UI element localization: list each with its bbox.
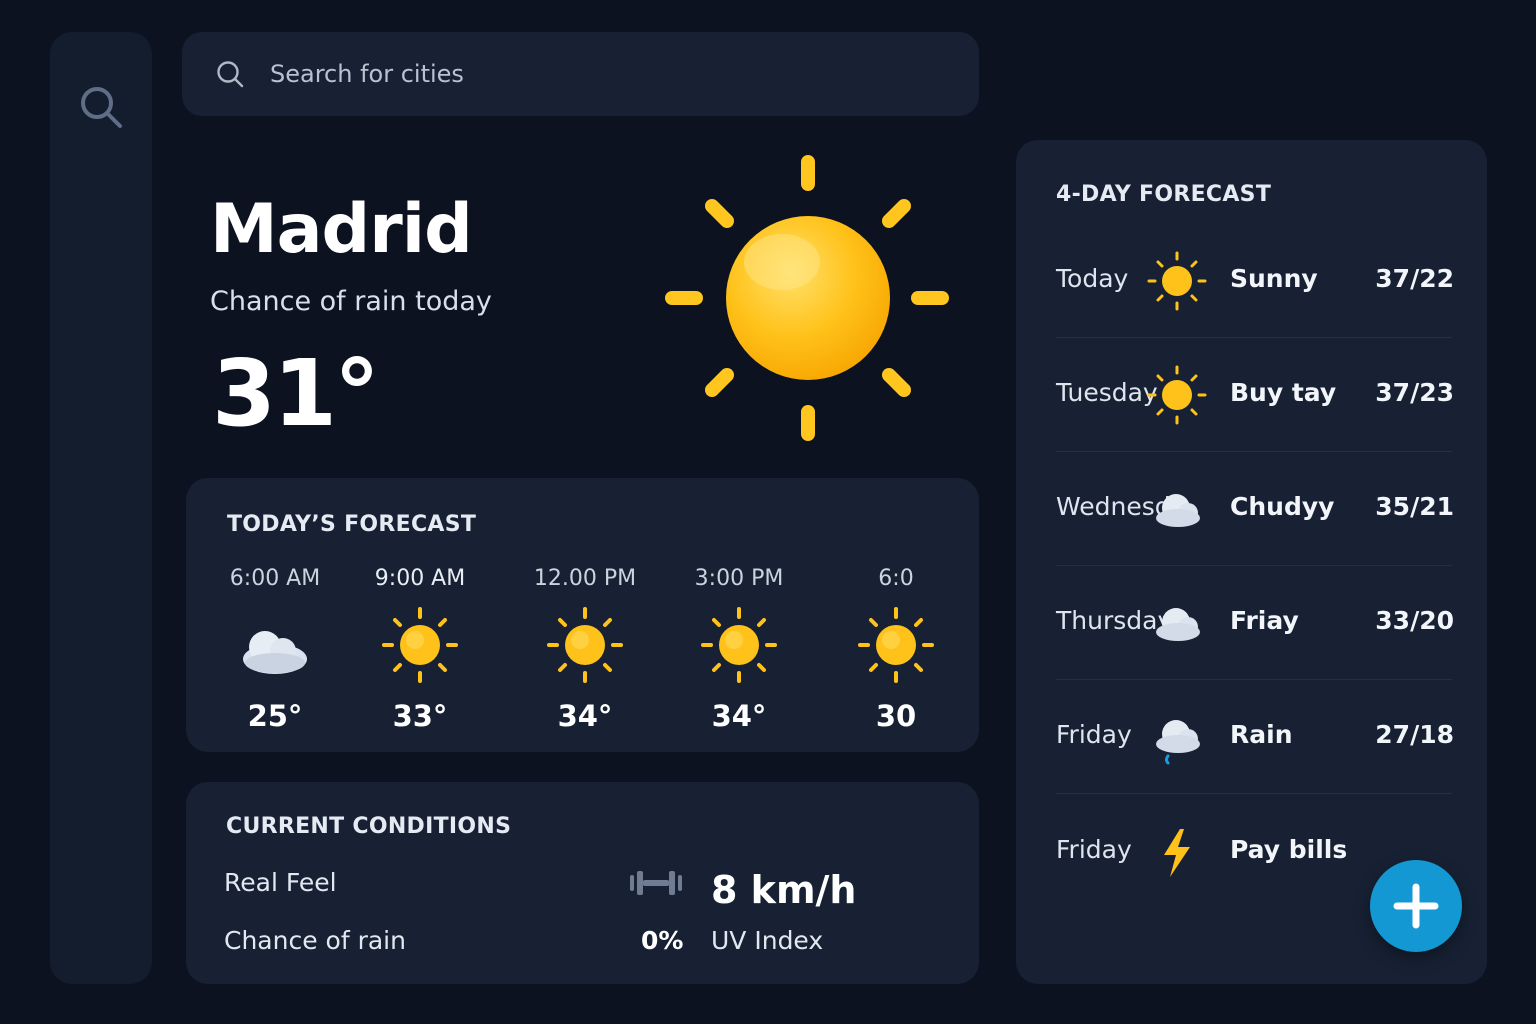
hourly-item: 12.00 PM 34° bbox=[520, 566, 650, 733]
lightning-icon bbox=[1164, 829, 1190, 877]
forecast-range: 37/23 bbox=[1375, 378, 1454, 407]
uv-index-label: UV Index bbox=[711, 926, 824, 955]
sun-icon bbox=[701, 607, 777, 683]
todays-forecast-card: TODAY’S FORECAST 6:00 AM 25° 9:00 AM 33°… bbox=[186, 478, 979, 752]
divider bbox=[1056, 793, 1452, 794]
cloud-icon bbox=[1156, 494, 1200, 527]
hour-temp: 34° bbox=[557, 699, 613, 733]
sidebar bbox=[50, 32, 152, 984]
sun-icon bbox=[1147, 365, 1207, 425]
forecast-range: 27/18 bbox=[1375, 720, 1454, 749]
forecast-day: Friday bbox=[1056, 720, 1132, 749]
real-feel-label: Real Feel bbox=[224, 868, 337, 897]
todays-forecast-title: TODAY’S FORECAST bbox=[227, 512, 477, 537]
forecast-range: 37/22 bbox=[1375, 264, 1454, 293]
hour-time: 12.00 PM bbox=[533, 566, 637, 591]
sun-icon bbox=[1147, 251, 1207, 311]
wind-speed-value: 8 km/h bbox=[711, 868, 857, 912]
hour-time: 9:00 AM bbox=[374, 566, 466, 591]
rain-icon bbox=[1156, 720, 1200, 765]
sun-icon bbox=[858, 607, 934, 683]
forecast-day: Tuesday bbox=[1056, 378, 1158, 407]
current-temperature: 31° bbox=[212, 340, 380, 447]
hour-temp: 34° bbox=[711, 699, 767, 733]
forecast-condition: Friay bbox=[1230, 606, 1299, 635]
hour-time: 6:0 bbox=[878, 566, 914, 591]
forecast-range: 35/21 bbox=[1375, 492, 1454, 521]
rain-chance-value: 0% bbox=[641, 926, 684, 955]
forecast-day: Friday bbox=[1056, 835, 1132, 864]
search-input[interactable] bbox=[270, 60, 870, 88]
hour-time: 6:00 AM bbox=[229, 566, 321, 591]
forecast-condition: Pay bills bbox=[1230, 835, 1348, 864]
hourly-item: 6:0 30 bbox=[831, 566, 961, 733]
forecast-range: 33/20 bbox=[1375, 606, 1454, 635]
cloud-icon bbox=[243, 631, 307, 674]
add-button[interactable] bbox=[1370, 860, 1462, 952]
sun-icon bbox=[382, 607, 458, 683]
current-conditions-card: CURRENT CONDITIONS Real Feel Chance of r… bbox=[186, 782, 979, 984]
rain-chance-subtitle: Chance of rain today bbox=[210, 286, 492, 317]
chance-of-rain-label: Chance of rain bbox=[224, 926, 406, 955]
search-icon bbox=[217, 61, 244, 88]
weather-app: Madrid Chance of rain today 31° TODAY’S … bbox=[0, 0, 1536, 1024]
hour-temp: 30 bbox=[875, 699, 917, 733]
search-icon[interactable] bbox=[78, 84, 124, 130]
current-conditions-title: CURRENT CONDITIONS bbox=[226, 814, 512, 839]
forecast-row[interactable]: Today Sunny 37/22 bbox=[1056, 224, 1454, 338]
hourly-item: 3:00 PM 34° bbox=[674, 566, 804, 733]
hour-temp: 33° bbox=[392, 699, 448, 733]
forecast-day: Today bbox=[1056, 264, 1129, 293]
forecast-condition: Chudyy bbox=[1230, 492, 1335, 521]
four-day-forecast-card: 4-DAY FORECAST Today Sunny 37/22 Tuesday bbox=[1016, 140, 1487, 984]
forecast-row[interactable]: Tuesday Buy tay 37/23 bbox=[1056, 338, 1454, 452]
four-day-forecast-title: 4-DAY FORECAST bbox=[1056, 182, 1272, 207]
hourly-item: 6:00 AM 25° bbox=[210, 566, 340, 733]
forecast-condition: Buy tay bbox=[1230, 378, 1337, 407]
forecast-row[interactable]: Thursday Friay 33/20 bbox=[1056, 566, 1454, 680]
plus-icon bbox=[1393, 883, 1439, 929]
hour-time: 3:00 PM bbox=[694, 566, 784, 591]
hourly-item: 9:00 AM 33° bbox=[355, 566, 485, 733]
search-bar[interactable] bbox=[182, 32, 979, 116]
wind-icon bbox=[630, 871, 682, 895]
forecast-row[interactable]: Wednesd Chudyy 35/21 bbox=[1056, 452, 1454, 566]
forecast-condition: Sunny bbox=[1230, 264, 1318, 293]
cloud-icon bbox=[1156, 608, 1200, 641]
hour-temp: 25° bbox=[247, 699, 303, 733]
sun-icon bbox=[665, 155, 949, 441]
sun-icon bbox=[547, 607, 623, 683]
forecast-row[interactable]: Friday Rain 27/18 bbox=[1056, 680, 1454, 794]
forecast-condition: Rain bbox=[1230, 720, 1293, 749]
city-name: Madrid bbox=[210, 190, 473, 269]
